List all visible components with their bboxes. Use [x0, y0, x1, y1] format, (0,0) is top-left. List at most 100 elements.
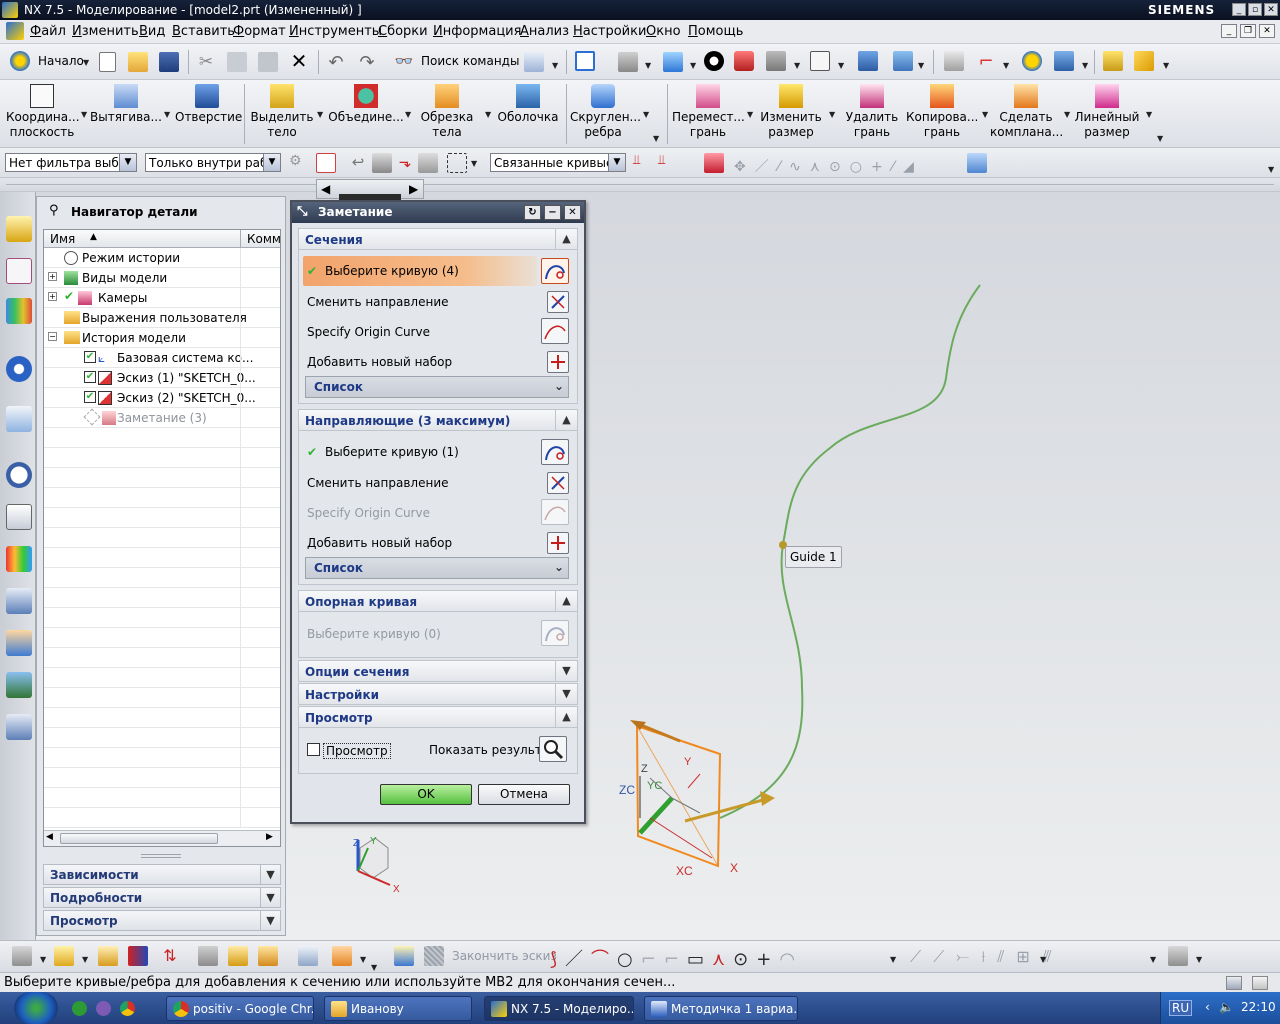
group-sections[interactable]: Сечения ▲ — [298, 228, 578, 250]
preview-checkbox[interactable] — [307, 743, 320, 756]
history-icon[interactable] — [6, 462, 32, 488]
checkbox-checked-icon[interactable]: ✔ — [84, 371, 96, 383]
dependencies-panel[interactable]: Зависимости ▼ — [43, 864, 281, 885]
select-section-curve[interactable]: Выберите кривую (4) — [325, 264, 459, 278]
curve-rule-dropdown-icon[interactable]: ▼ — [608, 154, 625, 171]
feature-curve-icon[interactable] — [704, 153, 724, 173]
doc-restore-button[interactable]: ❐ — [1240, 24, 1256, 38]
guide-list[interactable]: Список ⌄ — [305, 557, 569, 579]
chamfer-icon[interactable]: ⌐ — [664, 949, 687, 970]
sketch-curve-tools[interactable]: ⟆／⌒○⌐⌐▭⋏⊙+◠ — [550, 945, 803, 971]
web-browser-icon[interactable] — [6, 406, 32, 432]
select-body-icon[interactable] — [418, 153, 438, 173]
make-coplanar-button[interactable]: Сделать комплана... — [990, 82, 1063, 146]
status-icon-2[interactable] — [1252, 976, 1268, 990]
menu-view[interactable]: Вид — [139, 24, 165, 39]
snap-icon[interactable] — [1054, 51, 1074, 71]
tree-row-sketch-2[interactable]: ✔ Эскиз (2) "SKETCH_0... — [44, 388, 280, 408]
menu-analysis[interactable]: Анализ — [520, 24, 569, 39]
stop-at-intersection-icon[interactable]: ⫫ — [633, 153, 653, 173]
roles-icon[interactable] — [6, 630, 32, 656]
save-icon[interactable] — [159, 52, 179, 72]
arc-icon[interactable]: ⌒ — [591, 949, 617, 970]
measure-angle-icon[interactable] — [1134, 51, 1154, 71]
type-filter-select[interactable]: Нет фильтра выбор ▼ — [5, 153, 137, 172]
horizontal-scrollbar[interactable]: ◀ ▶ — [44, 830, 280, 846]
guide-curve[interactable] — [719, 284, 981, 819]
start-orb[interactable] — [14, 992, 58, 1024]
hole-button[interactable]: Отверстие — [175, 82, 242, 146]
chevron-up-icon[interactable]: ▲ — [555, 591, 577, 611]
undo-selection-icon[interactable]: ↩ — [348, 153, 368, 173]
scroll-left-icon[interactable]: ◀ — [46, 832, 53, 842]
task-chrome[interactable]: positiv - Google Chr... — [166, 996, 314, 1021]
scope-select[interactable]: Только внутри рабо ▼ — [145, 153, 281, 172]
chevron-up-icon[interactable]: ▲ — [555, 707, 577, 727]
collapse-dialog-icon[interactable]: − — [544, 205, 561, 220]
render-style-icon[interactable] — [618, 52, 638, 72]
assembly-tool-icon[interactable] — [12, 946, 32, 966]
reverse-direction-icon[interactable] — [547, 291, 569, 313]
menu-window[interactable]: Окно — [646, 24, 681, 39]
filter-settings-icon[interactable]: ⚙ — [289, 153, 309, 173]
column-comment[interactable]: Комм — [240, 230, 281, 248]
delete-face-button[interactable]: Удалить грань — [840, 82, 904, 146]
task-word[interactable]: Методичка 1 вариа... — [644, 996, 798, 1021]
nx-app-icon[interactable] — [2, 2, 18, 18]
chevron-up-icon[interactable]: ▲ — [555, 410, 577, 430]
assembly-navigator-icon[interactable] — [6, 216, 32, 242]
select-feature-icon[interactable]: ⬎ — [395, 153, 415, 173]
measure-distance-icon[interactable] — [1103, 51, 1123, 71]
ok-button[interactable]: OK — [380, 784, 472, 805]
cut-icon[interactable]: ✂ — [196, 52, 216, 72]
snap-point-icons[interactable]: ✥／⁄∿⋏⊙○+⁄◢ — [734, 156, 923, 176]
language-indicator[interactable]: RU — [1169, 1000, 1193, 1016]
process-studio-icon[interactable] — [6, 504, 32, 530]
arrangement-icon[interactable] — [198, 946, 218, 966]
shaded-icon[interactable] — [766, 51, 786, 71]
column-name[interactable]: Имя ▲ — [44, 230, 240, 248]
details-panel[interactable]: Подробности ▼ — [43, 887, 281, 908]
app-menu-icon[interactable] — [6, 22, 24, 40]
quicklaunch-chrome-icon[interactable] — [120, 1001, 135, 1016]
datum-plane-button[interactable]: Координа... плоскость — [6, 82, 80, 146]
task-nx[interactable]: NX 7.5 - Моделиро... — [484, 996, 634, 1021]
pin-icon[interactable]: ⚲ — [49, 203, 59, 218]
delete-icon[interactable]: ✕ — [289, 51, 309, 71]
scroll-thumb[interactable] — [60, 833, 218, 844]
point-icon[interactable]: + — [756, 949, 779, 970]
part-navigator-icon[interactable] — [6, 258, 32, 284]
extrude-button[interactable]: Вытягива... — [90, 82, 162, 146]
maximize-button[interactable]: ▫ — [1248, 3, 1262, 16]
fit-view-icon[interactable] — [575, 51, 595, 71]
close-dialog-icon[interactable]: ✕ — [564, 205, 581, 220]
selection-priority-icon[interactable] — [1022, 51, 1042, 71]
volume-icon[interactable]: 🔈 — [1219, 1000, 1234, 1014]
scope-dropdown-icon[interactable]: ▼ — [263, 154, 280, 171]
shell-button[interactable]: Оболочка — [496, 82, 560, 146]
linear-dimension-button[interactable]: Линейный размер — [1074, 82, 1140, 146]
snap-point-icon[interactable] — [316, 153, 336, 173]
new-icon[interactable] — [99, 52, 116, 72]
layer-icon[interactable] — [810, 51, 830, 71]
quicklaunch-app-icon[interactable] — [96, 1001, 111, 1016]
start-dropdown-icon[interactable]: ▼ — [83, 58, 89, 67]
chevron-down-icon[interactable]: ⌄ — [554, 560, 564, 574]
section-list[interactable]: Список ⌄ — [305, 376, 569, 398]
show-result-icon[interactable] — [539, 736, 567, 762]
line-icon[interactable]: ／ — [565, 949, 591, 970]
background-icon[interactable] — [704, 51, 724, 71]
doc-minimize-button[interactable]: _ — [1221, 24, 1237, 38]
rectangle-icon[interactable]: ▭ — [687, 949, 712, 970]
copy-icon[interactable] — [227, 52, 247, 72]
profile-icon[interactable]: ⟆ — [550, 949, 565, 970]
menu-file[interactable]: Файл — [30, 24, 66, 39]
group-preview[interactable]: Просмотр ▲ — [298, 706, 578, 728]
wave-icon[interactable] — [228, 946, 248, 966]
chevron-down-icon[interactable]: ▼ — [555, 684, 577, 704]
unite-button[interactable]: Объедине... — [328, 82, 404, 146]
manufacturing-wizard-icon[interactable] — [6, 588, 32, 614]
select-guide-curve[interactable]: Выберите кривую (1) — [325, 445, 459, 459]
command-search-button[interactable]: Поиск команды — [421, 54, 519, 68]
wcs-icon[interactable]: ⌐ — [976, 51, 996, 72]
